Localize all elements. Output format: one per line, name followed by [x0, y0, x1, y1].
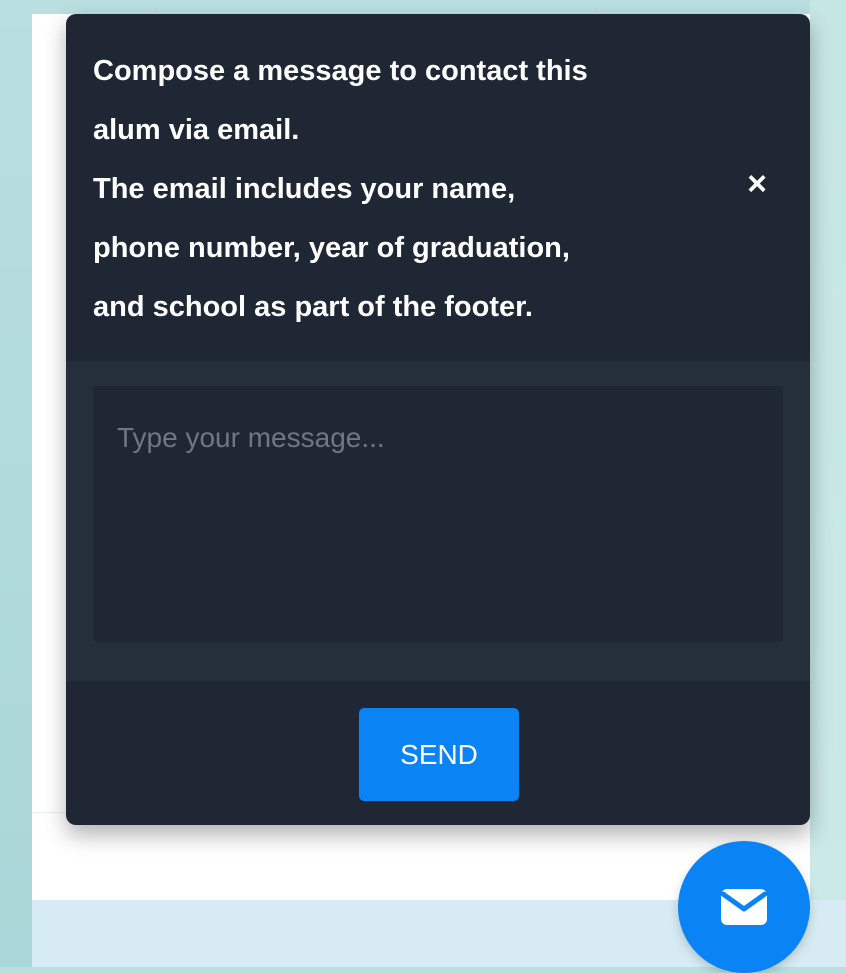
contact-popup: Compose a message to contact this alum v…	[66, 14, 810, 825]
popup-message-line: alum via email.	[93, 114, 300, 146]
envelope-icon	[720, 889, 768, 925]
popup-message-line: The email includes your name,	[93, 173, 516, 205]
message-input[interactable]	[93, 386, 783, 642]
popup-body	[66, 361, 810, 681]
email-fab-button[interactable]	[678, 841, 810, 973]
popup-message-line: phone number, year of graduation,	[93, 232, 570, 264]
popup-header: Compose a message to contact this alum v…	[66, 14, 810, 361]
popup-message-line: Compose a message to contact this	[93, 55, 588, 87]
send-button[interactable]: SEND	[359, 708, 519, 801]
popup-message-line: and school as part of the footer.	[93, 291, 533, 323]
close-button[interactable]: ×	[744, 164, 770, 203]
background-strip	[810, 0, 846, 967]
close-icon: ×	[747, 164, 767, 203]
popup-message: Compose a message to contact this alum v…	[93, 42, 733, 337]
